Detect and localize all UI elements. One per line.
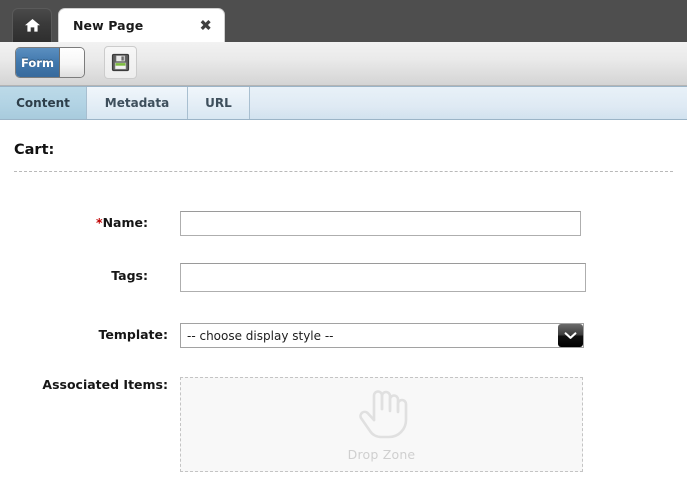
tab-metadata[interactable]: Metadata [87,87,188,119]
tags-label-text: Tags: [111,268,148,283]
section-divider [14,171,673,172]
form-mode-toggle-knob[interactable] [60,48,84,77]
home-icon [24,18,41,33]
floppy-disk-save-icon [111,53,130,72]
form-mode-toggle-on-segment[interactable]: Form [16,48,60,77]
associated-items-label-text: Associated Items: [42,377,168,392]
tags-input[interactable] [180,263,586,292]
tags-field-label: Tags: [18,268,148,283]
close-icon[interactable]: ✖ [199,18,212,33]
form-mode-toggle[interactable]: Form [15,47,85,78]
chevron-down-icon[interactable] [558,324,583,347]
associated-items-field-label: Associated Items: [18,377,168,392]
tab-url[interactable]: URL [188,87,250,119]
title-bar: New Page ✖ [0,0,687,42]
tab-content-label: Content [16,96,70,110]
tab-metadata-label: Metadata [104,96,170,110]
tab-url-label: URL [205,96,232,110]
page-tab[interactable]: New Page ✖ [58,8,225,42]
associated-items-dropzone[interactable]: Drop Zone [180,377,583,472]
application-window: New Page ✖ Form Content Metadata URL Car… [0,0,687,500]
page-tab-label: New Page [73,18,144,33]
pointing-hand-icon [351,387,413,447]
template-label-text: Template: [98,327,169,342]
dropzone-label: Drop Zone [347,447,416,462]
template-field-label: Template: [18,327,169,342]
form-mode-toggle-label: Form [21,55,54,70]
tab-content[interactable]: Content [0,87,87,119]
home-tab-button[interactable] [12,8,52,42]
page-title: Cart: [14,142,55,158]
template-select[interactable]: -- choose display style -- [180,323,584,348]
name-field-label: *Name: [18,215,148,230]
save-button[interactable] [104,46,137,79]
name-label-text: Name: [102,215,148,230]
template-select-value: -- choose display style -- [187,328,334,343]
tab-strip: Content Metadata URL [0,86,687,120]
name-input[interactable] [180,211,581,236]
